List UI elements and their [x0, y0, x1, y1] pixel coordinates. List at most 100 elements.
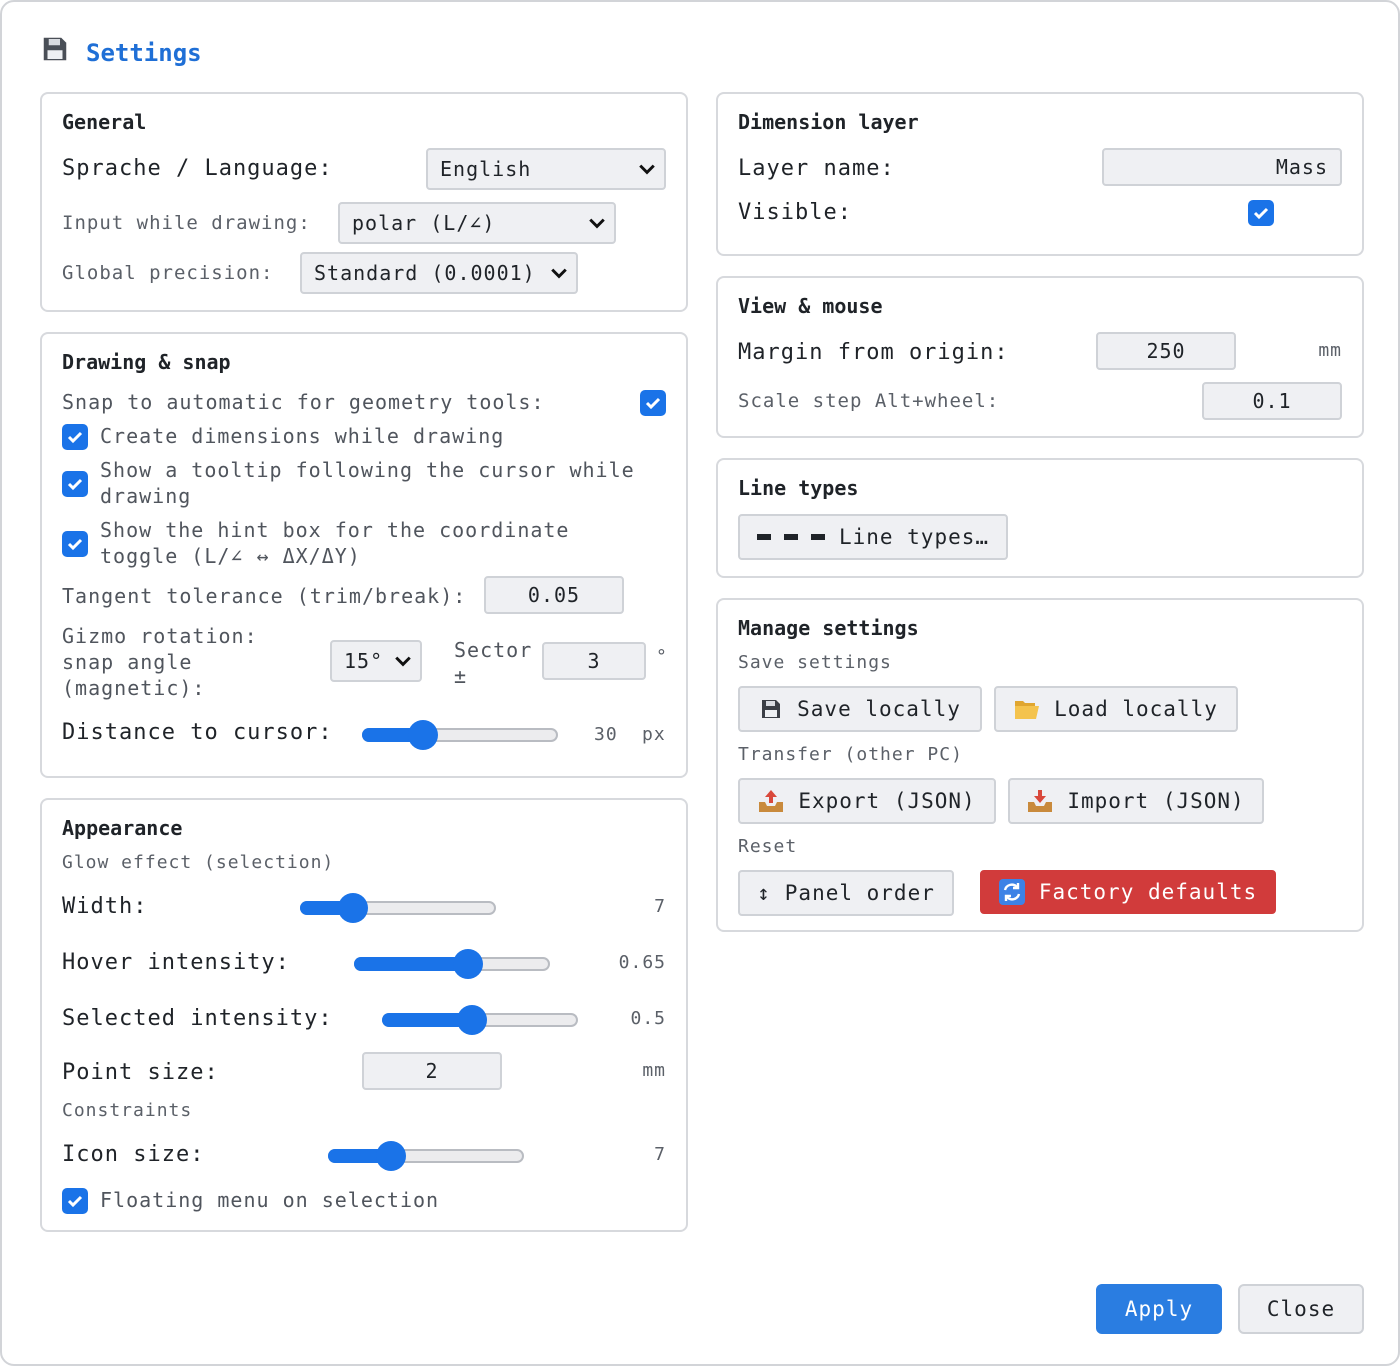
icon-size-slider[interactable] — [328, 1141, 524, 1171]
manage-settings-panel: Manage settings Save settings Save local… — [716, 598, 1364, 932]
glow-label: Glow effect (selection) — [62, 852, 335, 873]
manage-heading: Manage settings — [738, 616, 919, 640]
gizmo-label-line3: (magnetic): — [62, 676, 206, 700]
line-types-heading: Line types — [738, 476, 859, 500]
up-down-arrow-icon: ↕ — [757, 881, 771, 905]
selected-intensity-label: Selected intensity: — [62, 1006, 333, 1031]
tangent-input[interactable]: 0.05 — [484, 576, 624, 614]
sector-label-line2: ± — [454, 664, 468, 688]
floppy-disk-icon — [762, 700, 781, 718]
checkmark-icon — [1253, 207, 1269, 220]
line-types-panel: Line types Line types… — [716, 458, 1364, 578]
icon-size-value: 7 — [654, 1144, 666, 1165]
save-locally-button[interactable]: Save locally — [738, 686, 982, 732]
distance-slider[interactable] — [362, 720, 558, 750]
drawing-heading: Drawing & snap — [62, 350, 231, 374]
visible-label: Visible: — [738, 200, 852, 225]
snap-checkbox[interactable] — [640, 390, 666, 416]
slider-thumb[interactable] — [376, 1141, 406, 1171]
hover-intensity-label: Hover intensity: — [62, 950, 290, 975]
point-size-input[interactable]: 2 — [362, 1052, 502, 1090]
gizmo-label-line1: Gizmo rotation: — [62, 624, 258, 648]
width-value: 7 — [654, 896, 666, 917]
gizmo-angle-select[interactable]: 15° — [330, 640, 422, 682]
checkmark-icon — [645, 397, 661, 410]
export-json-button[interactable]: Export (JSON) — [738, 778, 996, 824]
slider-thumb[interactable] — [457, 1005, 487, 1035]
distance-unit: px — [642, 724, 666, 745]
close-button[interactable]: Close — [1238, 1284, 1364, 1334]
precision-select[interactable]: Standard (0.0001) — [300, 252, 578, 294]
gizmo-angle-value: 15° — [344, 649, 384, 673]
visible-checkbox[interactable] — [1248, 200, 1274, 226]
dimension-layer-panel: Dimension layer Layer name: Mass Visible… — [716, 92, 1364, 256]
load-locally-button[interactable]: Load locally — [994, 686, 1238, 732]
tooltip-label-line1: Show a tooltip following the cursor whil… — [100, 458, 635, 482]
gizmo-label: Gizmo rotation: snap angle (magnetic): — [62, 623, 258, 701]
hint-box-label-line1: Show the hint box for the coordinate — [100, 518, 570, 542]
icon-size-label: Icon size: — [62, 1142, 205, 1167]
apply-button[interactable]: Apply — [1096, 1284, 1222, 1334]
page-title: Settings — [86, 38, 202, 67]
input-mode-select-value: polar (L/∠) — [352, 211, 496, 235]
floating-menu-label: Floating menu on selection — [100, 1188, 440, 1212]
line-types-button[interactable]: Line types… — [738, 514, 1008, 560]
gizmo-label-line2: snap angle — [62, 650, 193, 674]
floppy-disk-icon — [40, 34, 70, 71]
slider-thumb[interactable] — [338, 893, 368, 923]
sector-label: Sector ± — [454, 637, 532, 689]
create-dimensions-checkbox[interactable] — [62, 424, 88, 450]
snap-label: Snap to automatic for geometry tools: — [62, 390, 545, 414]
inbox-tray-icon — [1028, 790, 1053, 812]
slider-thumb[interactable] — [453, 949, 483, 979]
general-panel: General Sprache / Language: English Inpu… — [40, 92, 688, 312]
selected-intensity-slider[interactable] — [382, 1005, 578, 1035]
constraints-label: Constraints — [62, 1100, 193, 1121]
transfer-label: Transfer (other PC) — [738, 744, 963, 765]
hint-box-label-line2: toggle (L/∠ ↔ ΔX/ΔY) — [100, 544, 361, 568]
panel-order-button[interactable]: ↕ Panel order — [738, 870, 954, 916]
scale-step-input[interactable]: 0.1 — [1202, 382, 1342, 420]
language-select[interactable]: English — [426, 148, 666, 190]
settings-dialog: Settings General Sprache / Language: Eng… — [0, 0, 1400, 1366]
checkmark-icon — [67, 478, 83, 491]
selected-intensity-value: 0.5 — [630, 1008, 666, 1029]
margin-input[interactable]: 250 — [1096, 332, 1236, 370]
panel-order-label: Panel order — [784, 881, 935, 905]
appearance-panel: Appearance Glow effect (selection) Width… — [40, 798, 688, 1232]
checkmark-icon — [67, 431, 83, 444]
load-locally-label: Load locally — [1054, 697, 1218, 721]
import-json-button[interactable]: Import (JSON) — [1008, 778, 1264, 824]
checkmark-icon — [67, 538, 83, 551]
sector-input[interactable]: 3 — [542, 642, 646, 680]
factory-defaults-label: Factory defaults — [1038, 880, 1258, 904]
floating-menu-checkbox[interactable] — [62, 1188, 88, 1214]
slider-thumb[interactable] — [408, 720, 438, 750]
hover-intensity-slider[interactable] — [354, 949, 550, 979]
margin-label: Margin from origin: — [738, 340, 1009, 365]
layer-name-input[interactable]: Mass — [1102, 148, 1342, 186]
sector-label-line1: Sector — [454, 638, 533, 662]
distance-label: Distance to cursor: — [62, 720, 333, 745]
save-locally-label: Save locally — [797, 697, 961, 721]
width-slider[interactable] — [300, 893, 496, 923]
precision-select-value: Standard (0.0001) — [314, 261, 536, 285]
create-dimensions-label: Create dimensions while drawing — [100, 424, 505, 448]
hover-intensity-value: 0.65 — [618, 952, 666, 973]
drawing-snap-panel: Drawing & snap Snap to automatic for geo… — [40, 332, 688, 778]
general-heading: General — [62, 110, 147, 134]
tooltip-label: Show a tooltip following the cursor whil… — [100, 457, 635, 509]
language-select-value: English — [440, 157, 532, 181]
line-types-button-label: Line types… — [838, 525, 990, 549]
input-mode-select[interactable]: polar (L/∠) — [338, 202, 616, 244]
appearance-heading: Appearance — [62, 816, 183, 840]
view-heading: View & mouse — [738, 294, 883, 318]
reset-arrows-icon — [998, 879, 1025, 905]
width-label: Width: — [62, 894, 148, 919]
export-json-label: Export (JSON) — [798, 789, 976, 813]
reset-label: Reset — [738, 836, 798, 857]
hint-box-checkbox[interactable] — [62, 531, 88, 557]
sector-unit: ° — [656, 646, 668, 667]
factory-defaults-button[interactable]: Factory defaults — [980, 870, 1276, 914]
tooltip-checkbox[interactable] — [62, 471, 88, 497]
